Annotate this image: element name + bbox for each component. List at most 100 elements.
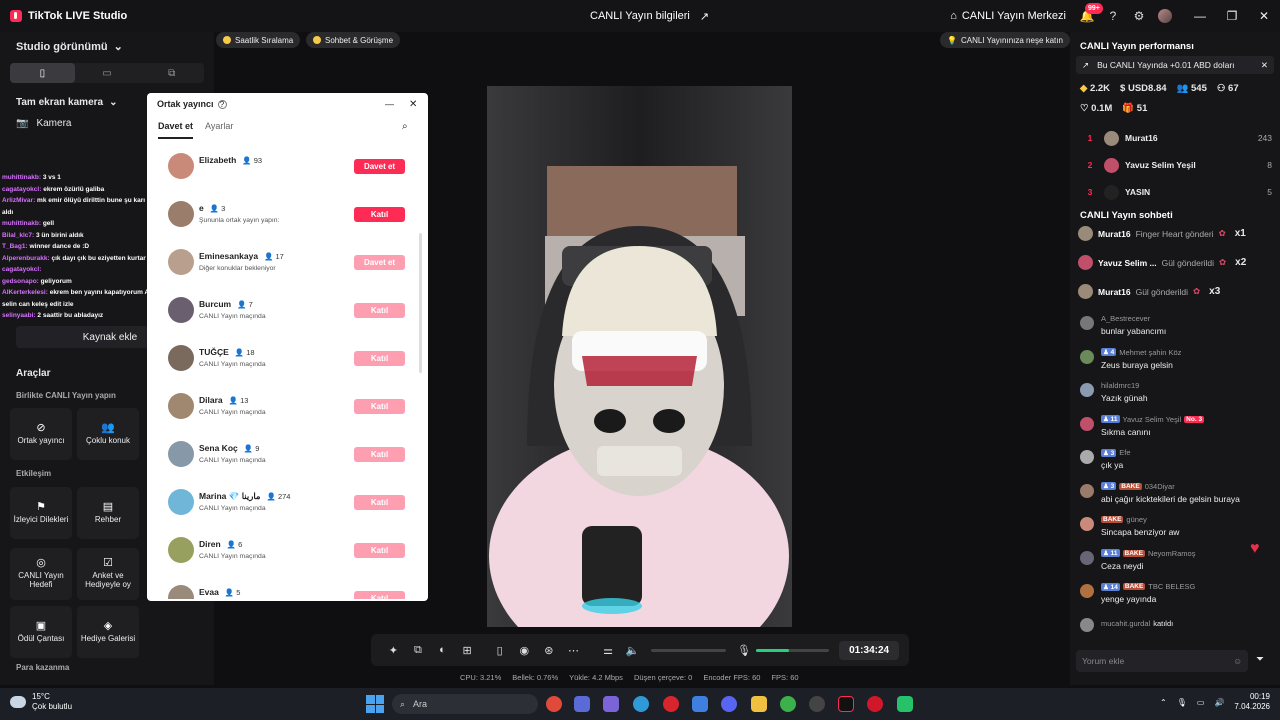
home-icon: ⌂ — [950, 10, 957, 22]
help-icon[interactable]: ? — [217, 99, 227, 109]
follower-count: 👤 5 — [224, 587, 241, 597]
tool-gift-gallery[interactable]: ◈ Hediye Galerisi — [77, 606, 139, 658]
emoji-icon[interactable]: ☺ — [1233, 656, 1242, 666]
chevron-up-icon[interactable]: ⌃ — [1160, 698, 1167, 707]
mixer-icon[interactable]: ⚌ — [596, 644, 621, 657]
beauty-icon[interactable]: ◐ — [430, 644, 455, 656]
weather-widget[interactable]: 15°C Çok bulutlu — [10, 692, 72, 712]
row-action-button[interactable]: Katıl — [354, 399, 405, 414]
settings-gear-icon[interactable]: ⚙ — [1132, 9, 1146, 23]
like-heart-icon[interactable]: ♥ — [1250, 540, 1260, 558]
gifts-metric: 🎁 51 — [1122, 103, 1147, 114]
profile-avatar[interactable] — [1158, 9, 1172, 23]
opera-icon[interactable] — [663, 696, 679, 712]
folder-icon[interactable] — [751, 696, 767, 712]
landscape-mode-button[interactable]: ▭ — [75, 63, 140, 83]
tool-viewer-wishes[interactable]: ⚑ İzleyici Dilekleri — [10, 487, 72, 539]
close-banner-icon[interactable]: ✕ — [1261, 60, 1268, 71]
tool-reward-bag[interactable]: ▣ Ödül Çantası — [10, 606, 72, 658]
close-dialog-icon[interactable]: ✕ — [409, 99, 417, 110]
tool-guide[interactable]: ▤ Rehber — [77, 487, 139, 539]
taskbar-search[interactable]: ⌕ Ara — [392, 694, 538, 714]
row-action-button[interactable]: Katıl — [354, 495, 405, 510]
row-action-button[interactable]: Katıl — [354, 543, 405, 558]
comment-input[interactable]: Yorum ekle ☺ — [1076, 650, 1248, 672]
users-icon: 👥 — [101, 421, 115, 434]
mic-volume-slider[interactable] — [756, 648, 830, 652]
chrome-icon[interactable] — [546, 696, 562, 712]
teams-icon[interactable] — [603, 696, 619, 712]
start-button[interactable] — [366, 695, 384, 713]
tab-settings[interactable]: Ayarlar — [205, 121, 233, 139]
performance-title: CANLI Yayın performansı — [1080, 41, 1194, 52]
more-icon[interactable]: ⋯ — [561, 644, 586, 657]
chrome-profile-icon[interactable] — [780, 696, 796, 712]
row-action-button[interactable]: Katıl — [354, 303, 405, 318]
row-action-button[interactable]: Davet et — [354, 255, 405, 270]
row-action-button[interactable]: Katıl — [354, 207, 405, 222]
network-icon[interactable]: ▭ — [1197, 698, 1205, 707]
tiktok-live-taskbar-icon[interactable] — [838, 696, 854, 712]
overlay-icon[interactable]: ⊞ — [455, 644, 480, 657]
row-action-button[interactable]: Katıl — [354, 591, 405, 599]
row-action-button[interactable]: Katıl — [354, 351, 405, 366]
close-window-button[interactable]: ✕ — [1248, 0, 1280, 32]
level-badge: ♟ 4 — [1101, 348, 1117, 356]
tool-co-host[interactable]: ⊘ Ortak yayıncı — [10, 408, 72, 460]
studio-view-dropdown[interactable]: Studio görünümü ⌄ — [0, 32, 214, 61]
record-icon[interactable]: ◉ — [512, 644, 537, 657]
overlay-user: T_Bag1: — [2, 243, 28, 250]
chat-message: ♟ 4 Mehmet şahin Köz Zeus buraya gelsin — [1080, 348, 1276, 378]
filter-icon[interactable]: ⏷ — [1256, 654, 1264, 665]
media-icon[interactable] — [867, 696, 883, 712]
cheer-chip[interactable]: 💡 CANLI Yayınınıza neşe katın — [940, 32, 1070, 48]
gift-icon: ✿ — [1218, 228, 1226, 238]
clock[interactable]: 00:19 7.04.2026 — [1234, 692, 1270, 712]
effects-icon[interactable]: ✦ — [381, 644, 406, 657]
search-icon[interactable]: ⌕ — [402, 121, 408, 132]
tool-live-goal[interactable]: ◎ CANLI Yayın Hedefi — [10, 548, 72, 600]
app-icon[interactable] — [809, 696, 825, 712]
store-icon[interactable] — [574, 696, 590, 712]
tool-multi-guest[interactable]: 👥 Çoklu konuk — [77, 408, 139, 460]
dual-mode-button[interactable]: ⧉ — [139, 63, 204, 83]
discord-icon[interactable] — [721, 696, 737, 712]
live-info-button[interactable]: CANLI Yayın bilgileri ↗ — [590, 0, 709, 32]
filter-icon[interactable]: ⧉ — [406, 644, 431, 657]
minimize-dialog-icon[interactable]: — — [385, 99, 394, 109]
chat-meet-chip[interactable]: Sohbet & Görüşme — [306, 32, 401, 48]
row-action-button[interactable]: Davet et — [354, 159, 405, 174]
ranking-row[interactable]: 1 Murat16 243 — [1080, 128, 1276, 148]
microphone-icon[interactable]: 🎙 — [732, 644, 757, 657]
avatar — [168, 153, 194, 179]
edge-icon[interactable] — [633, 696, 649, 712]
help-icon[interactable]: ? — [1106, 9, 1120, 23]
row-action-button[interactable]: Katıl — [354, 447, 405, 462]
co-host-row: Sena Koç 👤 9 CANLI Yayın maçında Katıl — [147, 435, 419, 483]
portrait-mode-button[interactable]: ▯ — [10, 63, 75, 83]
speaker-icon[interactable]: 🔈 — [620, 644, 645, 657]
date: 7.04.2026 — [1234, 702, 1270, 711]
live-center-button[interactable]: ⌂ CANLI Yayın Merkezi — [950, 10, 1066, 22]
scrollbar[interactable] — [419, 233, 422, 373]
ranking-row[interactable]: 3 YASIN 5 — [1080, 182, 1276, 202]
chat-user: hilaldmrc19 — [1101, 381, 1139, 390]
level-badge: ♟ 14 — [1101, 582, 1120, 591]
minimize-button[interactable]: — — [1184, 0, 1216, 32]
chat-text: Sincapa benziyor aw — [1101, 527, 1180, 537]
mic-volume-fill — [756, 648, 790, 652]
ranking-row[interactable]: 2 Yavuz Selim Yeşil 8 — [1080, 155, 1276, 175]
mail-icon[interactable] — [692, 696, 708, 712]
hourly-ranking-chip[interactable]: Saatlik Sıralama — [216, 32, 301, 48]
phone-icon[interactable]: ▯ — [487, 644, 512, 657]
capture-icon[interactable]: ⊛ — [537, 644, 562, 657]
speaker-volume-slider[interactable] — [650, 648, 726, 652]
volume-icon[interactable]: 🔊 — [1214, 698, 1224, 707]
avatar — [168, 393, 194, 419]
whatsapp-icon[interactable] — [897, 696, 913, 712]
tab-invite[interactable]: Davet et — [158, 121, 194, 139]
maximize-button[interactable]: ❐ — [1216, 0, 1248, 32]
mic-tray-icon[interactable]: 🎙 — [1177, 698, 1187, 707]
tool-poll[interactable]: ☑ Anket ve Hediyeyle oy — [77, 548, 139, 600]
notifications-button[interactable]: 🔔 99+ — [1080, 3, 1103, 23]
